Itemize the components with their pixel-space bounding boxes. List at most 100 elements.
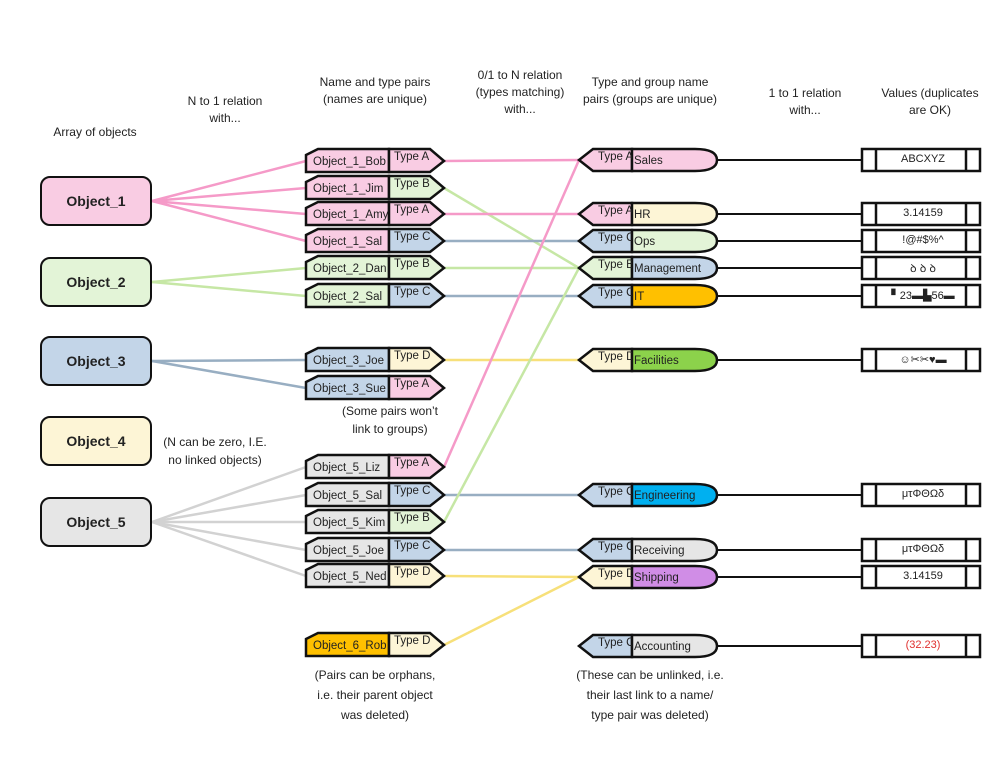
header-n-to-1: N to 1 relation with... xyxy=(187,94,263,125)
pair-name-shape xyxy=(304,147,391,174)
group-type-shape xyxy=(576,347,634,373)
name-type-pair[interactable] xyxy=(304,254,446,281)
note-n-zero: (N can be zero, I.E. no linked objects) xyxy=(163,435,267,467)
type-group-pair[interactable] xyxy=(576,147,719,173)
note-no-group: (Some pairs won’t link to groups) xyxy=(341,404,439,436)
value-box[interactable] xyxy=(860,537,982,563)
header-1-to-1: 1 to 1 relation with... xyxy=(768,86,842,117)
type-group-pair[interactable] xyxy=(576,537,719,563)
object-box[interactable]: Object_3 xyxy=(40,336,152,386)
pair-type-shape xyxy=(387,453,446,480)
name-type-pair[interactable] xyxy=(304,227,446,254)
group-type-shape xyxy=(576,283,634,309)
object-box[interactable]: Object_5 xyxy=(40,497,152,547)
value-frame xyxy=(860,255,982,281)
parent-link xyxy=(151,358,307,363)
name-type-pair[interactable] xyxy=(304,282,446,309)
value-frame xyxy=(860,228,982,254)
type-group-pair[interactable] xyxy=(576,201,719,227)
group-type-shape xyxy=(576,564,634,590)
parent-link xyxy=(151,520,307,552)
value-box[interactable] xyxy=(860,633,982,659)
group-type-shape xyxy=(576,537,634,563)
group-name-shape xyxy=(630,564,719,590)
object-box[interactable]: Object_2 xyxy=(40,257,152,307)
type-group-pair[interactable] xyxy=(576,283,719,309)
value-box[interactable] xyxy=(860,201,982,227)
pair-type-shape xyxy=(387,147,446,174)
group-name-shape xyxy=(630,283,719,309)
name-type-pair[interactable] xyxy=(304,174,446,201)
value-frame xyxy=(860,537,982,563)
header-0-1-to-n: 0/1 to N relation (types matching) with.… xyxy=(475,68,565,116)
value-box[interactable] xyxy=(860,228,982,254)
pair-type-shape xyxy=(387,227,446,254)
parent-link xyxy=(151,493,307,524)
value-box[interactable] xyxy=(860,147,982,173)
header-values: Values (duplicates are OK) xyxy=(881,86,979,117)
object-box[interactable]: Object_4 xyxy=(40,416,152,466)
value-frame xyxy=(860,482,982,508)
object-box[interactable]: Object_1 xyxy=(40,176,152,226)
group-name-shape xyxy=(630,537,719,563)
parent-link xyxy=(151,520,307,578)
pair-name-shape xyxy=(304,508,391,535)
group-name-shape xyxy=(630,147,719,173)
group-name-shape xyxy=(630,201,719,227)
pair-type-shape xyxy=(387,536,446,563)
parent-link xyxy=(151,280,307,298)
group-type-shape xyxy=(576,147,634,173)
note-orphans: (Pairs can be orphans, i.e. their parent… xyxy=(314,668,436,722)
pair-type-shape xyxy=(387,346,446,373)
group-link xyxy=(443,575,580,647)
pair-name-shape xyxy=(304,254,391,281)
group-name-shape xyxy=(630,228,719,254)
group-name-shape xyxy=(630,633,719,659)
header-pairs: Name and type pairs (names are unique) xyxy=(319,75,431,106)
pair-name-shape xyxy=(304,200,391,227)
name-type-pair[interactable] xyxy=(304,453,446,480)
group-name-shape xyxy=(630,255,719,281)
name-type-pair[interactable] xyxy=(304,147,446,174)
value-frame xyxy=(860,633,982,659)
type-group-pair[interactable] xyxy=(576,482,719,508)
type-group-pair[interactable] xyxy=(576,633,719,659)
note-unlinked: (These can be unlinked, i.e. their last … xyxy=(576,668,724,722)
parent-link xyxy=(151,359,307,390)
name-type-pair[interactable] xyxy=(304,536,446,563)
parent-link xyxy=(151,465,307,524)
pair-name-shape xyxy=(304,174,391,201)
type-group-pair[interactable] xyxy=(576,564,719,590)
value-box[interactable] xyxy=(860,482,982,508)
pair-type-shape xyxy=(387,562,446,589)
pair-type-shape xyxy=(387,631,446,658)
pair-type-shape xyxy=(387,254,446,281)
group-link xyxy=(442,267,581,523)
type-group-pair[interactable] xyxy=(576,255,719,281)
value-box[interactable] xyxy=(860,347,982,373)
group-link xyxy=(442,159,581,468)
name-type-pair[interactable] xyxy=(304,346,446,373)
name-type-pair[interactable] xyxy=(304,562,446,589)
value-box[interactable] xyxy=(860,283,982,309)
value-box[interactable] xyxy=(860,564,982,590)
pair-type-shape xyxy=(387,174,446,201)
name-type-pair[interactable] xyxy=(304,374,446,401)
pair-type-shape xyxy=(387,508,446,535)
group-name-shape xyxy=(630,482,719,508)
name-type-pair[interactable] xyxy=(304,200,446,227)
pair-name-shape xyxy=(304,346,391,373)
name-type-pair[interactable] xyxy=(304,631,446,658)
group-name-shape xyxy=(630,347,719,373)
pair-name-shape xyxy=(304,481,391,508)
pair-name-shape xyxy=(304,282,391,309)
value-frame xyxy=(860,347,982,373)
type-group-pair[interactable] xyxy=(576,228,719,254)
pair-name-shape xyxy=(304,453,391,480)
group-type-shape xyxy=(576,228,634,254)
value-frame xyxy=(860,201,982,227)
value-box[interactable] xyxy=(860,255,982,281)
type-group-pair[interactable] xyxy=(576,347,719,373)
name-type-pair[interactable] xyxy=(304,508,446,535)
name-type-pair[interactable] xyxy=(304,481,446,508)
